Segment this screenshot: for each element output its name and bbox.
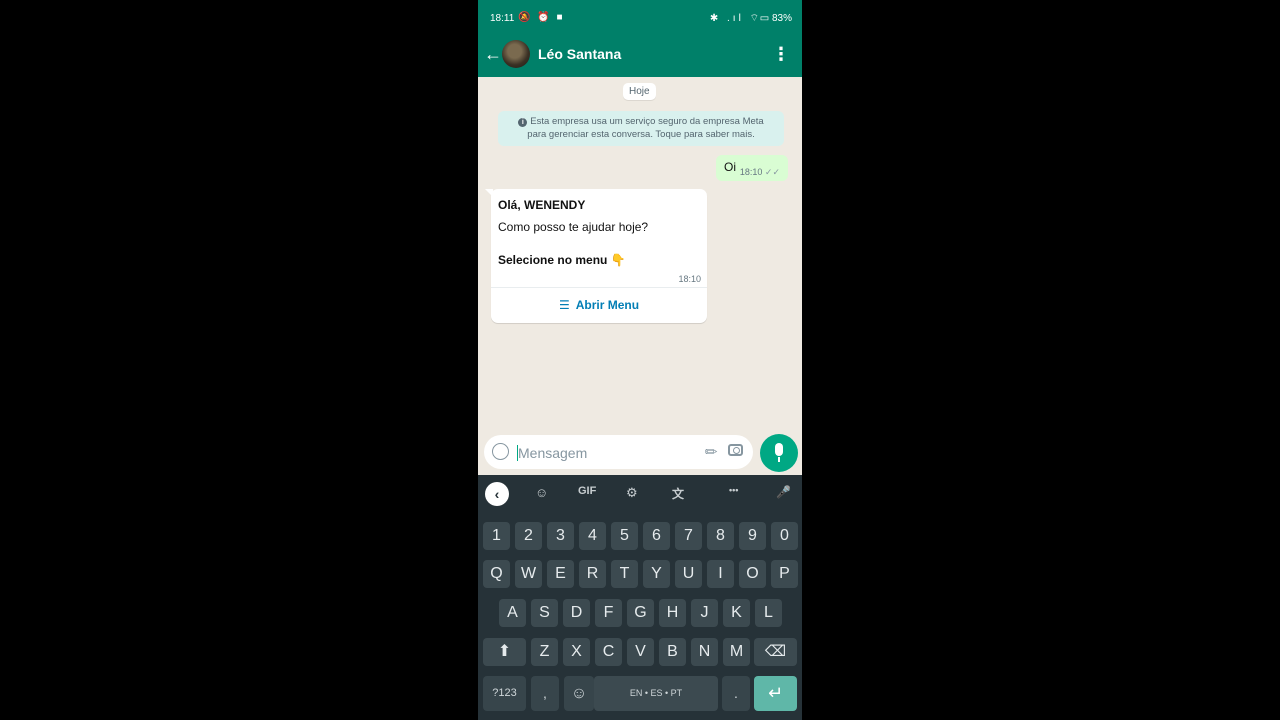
read-ticks-icon: ✓✓ bbox=[764, 167, 780, 177]
key-m[interactable]: M bbox=[723, 638, 750, 666]
symbols-key[interactable]: ?123 bbox=[483, 676, 526, 711]
enter-key[interactable]: ↵ bbox=[754, 676, 797, 711]
contact-name[interactable]: Léo Santana bbox=[538, 46, 621, 62]
message-meta: 18:10 ✓✓ bbox=[740, 167, 780, 178]
open-menu-button[interactable]: ☰ Abrir Menu bbox=[491, 289, 707, 323]
more-options-icon[interactable]: ⋮ bbox=[772, 44, 790, 65]
keyboard: ‹ ☺ GIF ⚙ 文 ••• 🎤 1234567890 QWERTYUIOP … bbox=[478, 475, 802, 720]
open-menu-label: Abrir Menu bbox=[575, 298, 640, 312]
space-key[interactable]: EN • ES • PT bbox=[594, 676, 718, 711]
encryption-notice[interactable]: i Esta empresa usa um serviço seguro da e… bbox=[498, 111, 784, 146]
comma-key[interactable]: , bbox=[531, 676, 559, 711]
key-v[interactable]: V bbox=[627, 638, 654, 666]
signal-icons: ✱ .ıl ⌔ bbox=[709, 13, 762, 24]
info-icon: i bbox=[518, 118, 528, 127]
key-i[interactable]: I bbox=[707, 560, 734, 588]
key-h[interactable]: H bbox=[659, 599, 686, 627]
divider bbox=[491, 287, 707, 288]
voice-input-icon[interactable]: 🎤 bbox=[776, 485, 791, 499]
key-c[interactable]: C bbox=[595, 638, 622, 666]
key-l[interactable]: L bbox=[755, 599, 782, 627]
settings-icon[interactable]: ⚙ bbox=[626, 485, 638, 501]
collapse-keyboard-icon[interactable]: ‹ bbox=[485, 482, 509, 506]
key-0[interactable]: 0 bbox=[771, 522, 798, 550]
key-z[interactable]: Z bbox=[531, 638, 558, 666]
key-8[interactable]: 8 bbox=[707, 522, 734, 550]
key-d[interactable]: D bbox=[563, 599, 590, 627]
camera-icon[interactable] bbox=[728, 444, 743, 456]
question-text: Como posso te ajudar hoje? bbox=[498, 220, 649, 234]
key-b[interactable]: B bbox=[659, 638, 686, 666]
mic-icon bbox=[775, 443, 783, 456]
pointing-down-icon: 👇 bbox=[610, 253, 626, 267]
notice-line-2: para gerenciar esta conversa. Toque para… bbox=[527, 129, 755, 140]
key-g[interactable]: G bbox=[627, 599, 654, 627]
select-label: Selecione no menu bbox=[498, 253, 608, 267]
key-w[interactable]: W bbox=[515, 560, 542, 588]
key-y[interactable]: Y bbox=[643, 560, 670, 588]
bubble-tail bbox=[485, 189, 493, 197]
key-e[interactable]: E bbox=[547, 560, 574, 588]
key-t[interactable]: T bbox=[611, 560, 638, 588]
sticker-icon[interactable]: ☺ bbox=[535, 485, 548, 500]
key-1[interactable]: 1 bbox=[483, 522, 510, 550]
voice-message-button[interactable] bbox=[760, 434, 798, 472]
message-input[interactable]: Mensagem ✎ bbox=[484, 435, 753, 469]
attach-icon[interactable]: ✎ bbox=[701, 441, 723, 463]
notice-line-1: Esta empresa usa um serviço seguro da em… bbox=[530, 116, 764, 127]
chat-header: ← Léo Santana ⋮ bbox=[478, 36, 802, 77]
key-a[interactable]: A bbox=[499, 599, 526, 627]
key-9[interactable]: 9 bbox=[739, 522, 766, 550]
outgoing-message[interactable]: Oi 18:10 ✓✓ bbox=[716, 155, 788, 181]
avatar[interactable] bbox=[502, 40, 530, 68]
more-icon[interactable]: ••• bbox=[729, 485, 738, 495]
message-text: Oi bbox=[724, 160, 736, 174]
emoji-icon[interactable] bbox=[492, 443, 509, 460]
key-3[interactable]: 3 bbox=[547, 522, 574, 550]
select-menu-text: Selecione no menu 👇 bbox=[498, 253, 626, 267]
key-4[interactable]: 4 bbox=[579, 522, 606, 550]
battery-icon: ▭ 83% bbox=[759, 13, 792, 24]
mic-stand bbox=[778, 457, 780, 462]
input-bar: Mensagem ✎ bbox=[478, 434, 802, 475]
phone-screen: 18:11 🔕 ⏰ ■ ✱ .ıl ⌔ ▭ 83% ← Léo Santana … bbox=[478, 0, 802, 720]
key-2[interactable]: 2 bbox=[515, 522, 542, 550]
message-placeholder: Mensagem bbox=[518, 445, 588, 461]
key-6[interactable]: 6 bbox=[643, 522, 670, 550]
key-7[interactable]: 7 bbox=[675, 522, 702, 550]
list-icon: ☰ bbox=[558, 298, 570, 312]
key-s[interactable]: S bbox=[531, 599, 558, 627]
message-time: 18:10 bbox=[678, 274, 701, 284]
key-p[interactable]: P bbox=[771, 560, 798, 588]
notification-icons: 🔕 ⏰ ■ bbox=[518, 12, 565, 23]
emoji-key[interactable]: ☺ bbox=[564, 676, 594, 711]
translate-icon[interactable]: 文 bbox=[672, 485, 684, 502]
key-j[interactable]: J bbox=[691, 599, 718, 627]
incoming-message[interactable]: Olá, WENENDY Como posso te ajudar hoje? … bbox=[485, 189, 707, 323]
gif-button[interactable]: GIF bbox=[578, 485, 596, 497]
key-f[interactable]: F bbox=[595, 599, 622, 627]
key-q[interactable]: Q bbox=[483, 560, 510, 588]
date-chip: Hoje bbox=[623, 83, 656, 100]
status-time: 18:11 bbox=[490, 13, 515, 24]
status-bar: 18:11 🔕 ⏰ ■ ✱ .ıl ⌔ ▭ 83% bbox=[478, 0, 802, 36]
key-x[interactable]: X bbox=[563, 638, 590, 666]
period-key[interactable]: . bbox=[722, 676, 750, 711]
back-arrow-icon[interactable]: ← bbox=[484, 44, 502, 65]
backspace-key[interactable]: ⌫ bbox=[754, 638, 797, 666]
key-r[interactable]: R bbox=[579, 560, 606, 588]
key-k[interactable]: K bbox=[723, 599, 750, 627]
key-u[interactable]: U bbox=[675, 560, 702, 588]
greeting-text: Olá, WENENDY bbox=[498, 198, 586, 212]
keyboard-toolbar: ‹ ☺ GIF ⚙ 文 ••• 🎤 bbox=[478, 475, 802, 513]
key-n[interactable]: N bbox=[691, 638, 718, 666]
shift-key[interactable]: ⬆ bbox=[483, 638, 526, 666]
key-o[interactable]: O bbox=[739, 560, 766, 588]
message-time: 18:10 bbox=[739, 167, 763, 177]
key-5[interactable]: 5 bbox=[611, 522, 638, 550]
message-list[interactable]: Hoje i Esta empresa usa um serviço seguro… bbox=[478, 77, 802, 435]
